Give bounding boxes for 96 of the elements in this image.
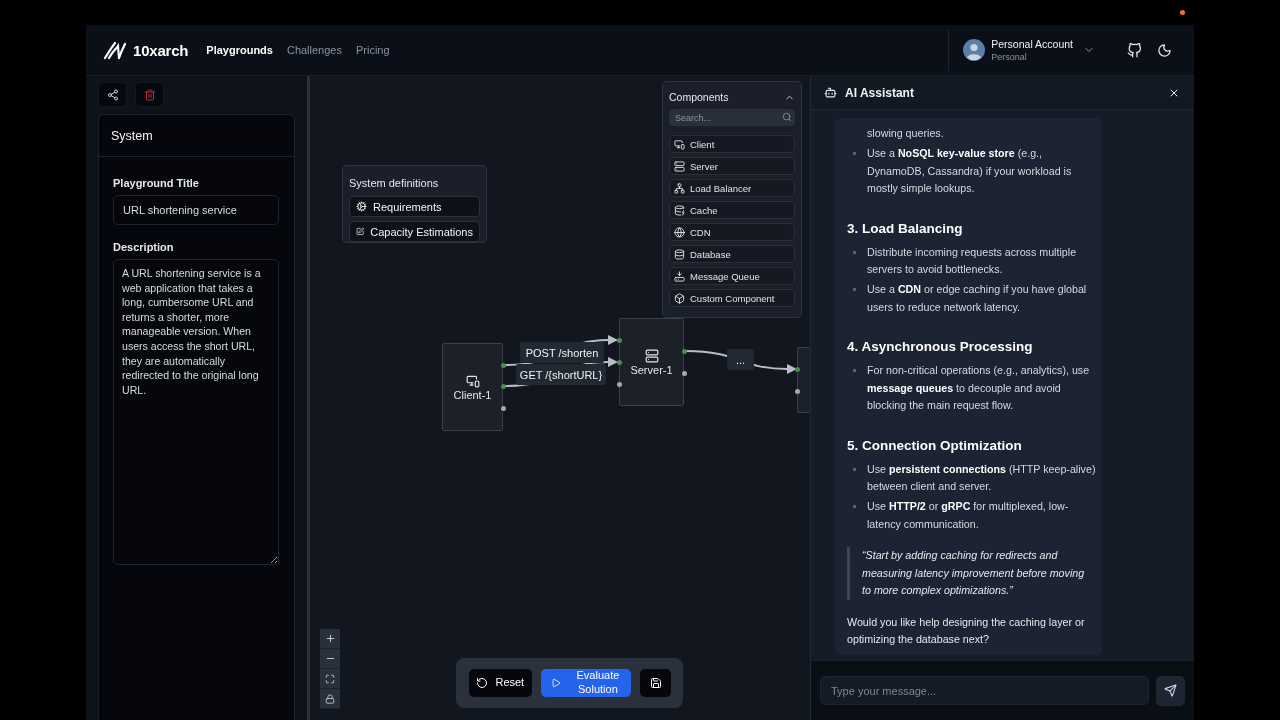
play-icon <box>550 678 561 688</box>
handle-dot-icon[interactable] <box>794 388 800 394</box>
message-text: Use a CDN or edge caching if you have global users to reduce network latency. <box>867 282 1088 315</box>
nav-link[interactable]: Challenges <box>284 40 344 60</box>
card-title: System <box>99 115 294 157</box>
tray-download-icon <box>674 270 685 282</box>
component-item[interactable]: Load Balancer <box>669 179 795 197</box>
lock-icon <box>325 693 335 704</box>
reset-icon <box>476 677 489 689</box>
message-heading: 3. Load Balancing <box>847 219 964 238</box>
component-item[interactable]: Custom Component <box>669 289 795 307</box>
handle-dot-icon[interactable] <box>616 359 622 365</box>
evaluate-button[interactable]: Evaluate Solution <box>540 669 632 697</box>
handle-dot-icon[interactable] <box>616 381 622 387</box>
nav-link[interactable]: Playgrounds <box>204 40 275 60</box>
server-icon <box>674 160 685 172</box>
bullet-icon <box>853 152 856 155</box>
message-text: Distribute incoming requests across multiple servers to avoid bottlenecks. <box>867 244 1078 277</box>
edit-icon <box>356 226 365 237</box>
message-text: Use HTTP/2 or gRPC for multiplexed, low-latency communication. <box>867 499 1070 532</box>
title-field[interactable]: URL shortening service <box>113 195 279 225</box>
send-button[interactable] <box>1156 675 1185 706</box>
share-button[interactable] <box>98 82 127 107</box>
message-heading: 5. Connection Optimization <box>847 436 1023 455</box>
edge-label: ... <box>727 349 754 370</box>
message-text: Use persistent connections (HTTP keep-alive) between client and server. <box>867 461 1096 494</box>
account-plan: Personal <box>991 52 1028 62</box>
component-item[interactable]: Cache <box>669 201 795 219</box>
avatar-icon <box>963 39 986 61</box>
handle-dot-icon[interactable] <box>681 348 687 354</box>
node-label: Client-1 <box>453 388 492 401</box>
logo-text: 10xarch <box>133 41 189 59</box>
component-item[interactable]: Database <box>669 245 795 263</box>
handle-dot-icon[interactable] <box>500 362 506 368</box>
bullet-icon <box>853 250 856 254</box>
bullet-icon <box>853 369 856 372</box>
save-button[interactable] <box>640 669 671 697</box>
panel-title: AI Assistant <box>845 85 914 100</box>
fit-view-icon <box>325 673 335 684</box>
diagram-node[interactable]: Client-1 <box>442 343 503 431</box>
edge-label: POST /shorten <box>520 342 604 363</box>
search-icon <box>782 112 792 122</box>
plus-icon <box>324 633 336 644</box>
message-text: Would you like help designing the caching layer or optimizing the database next? <box>847 614 1086 647</box>
share-icon <box>106 88 119 101</box>
definition-button[interactable]: Capacity Estimations <box>349 221 480 242</box>
send-icon <box>1164 684 1177 697</box>
node-label: Server-1 <box>630 363 673 376</box>
moon-icon[interactable] <box>1157 42 1172 58</box>
monitor-phone-icon <box>674 138 685 150</box>
edge-label: GET /{shortURL} <box>516 364 606 385</box>
search-field[interactable]: Search... <box>669 109 795 126</box>
message-quote: “Start by adding caching for redirects and measuring latency improvement before moving to more complex optimizations.” <box>847 547 1096 600</box>
database-icon <box>674 248 685 260</box>
reset-button[interactable]: Reset <box>469 669 532 697</box>
handle-dot-icon[interactable] <box>681 370 687 376</box>
handle-dot-icon[interactable] <box>616 337 622 343</box>
panel-title: Components <box>669 91 729 103</box>
message-text: Use a NoSQL key-value store (e.g., DynamoDB, Cassandra) if your workload is mostly simple lookups. <box>867 146 1073 196</box>
message-text: For non-critical operations (e.g., analytics), use message queues to decouple and avoid blocking the main request flow. <box>867 363 1091 413</box>
gear-icon <box>356 201 367 212</box>
definition-button[interactable]: Requirements <box>349 196 480 217</box>
bot-icon <box>824 86 837 99</box>
bullet-icon <box>853 288 856 291</box>
network-icon <box>674 182 685 194</box>
component-item[interactable]: CDN <box>669 223 795 241</box>
component-item[interactable]: Client <box>669 135 795 153</box>
diagram-node[interactable]: Server-1 <box>619 318 684 406</box>
nav-link[interactable]: Pricing <box>354 40 392 60</box>
diagram-node[interactable] <box>797 347 810 413</box>
github-icon[interactable] <box>1127 42 1142 58</box>
handle-dot-icon[interactable] <box>500 405 506 411</box>
bullet-icon <box>853 467 856 471</box>
diagram-canvas[interactable] <box>310 76 810 720</box>
field-label: Playground Title <box>113 177 200 189</box>
database-bolt-icon <box>674 204 685 216</box>
handle-dot-icon[interactable] <box>500 384 506 389</box>
message-text: slowing queries. <box>866 126 945 141</box>
account-name: Personal Account <box>991 38 1073 50</box>
message-input[interactable]: Type your message... <box>820 676 1149 705</box>
message-heading: 4. Asynchronous Processing <box>847 338 1034 356</box>
field-label: Description <box>113 241 175 253</box>
component-item[interactable]: Message Queue <box>669 267 795 285</box>
monitor-phone-icon <box>465 373 480 388</box>
panel-title: System definitions <box>349 177 440 189</box>
description-field[interactable]: A URL shortening service is a web application that takes a long, cumbersome URL and returns a shorter, more manageable version. When users access the short URL, they are automatically redirected to the original long URL. <box>113 259 279 565</box>
save-icon <box>649 677 662 689</box>
status-dot-icon <box>1180 10 1185 15</box>
cube-icon <box>674 292 685 304</box>
logo-icon <box>103 40 127 60</box>
server-icon <box>644 348 659 363</box>
trash-icon <box>143 88 156 101</box>
bullet-icon <box>853 505 856 508</box>
globe-icon <box>674 226 685 238</box>
handle-dot-icon[interactable] <box>794 366 800 372</box>
component-item[interactable]: Server <box>669 157 795 175</box>
